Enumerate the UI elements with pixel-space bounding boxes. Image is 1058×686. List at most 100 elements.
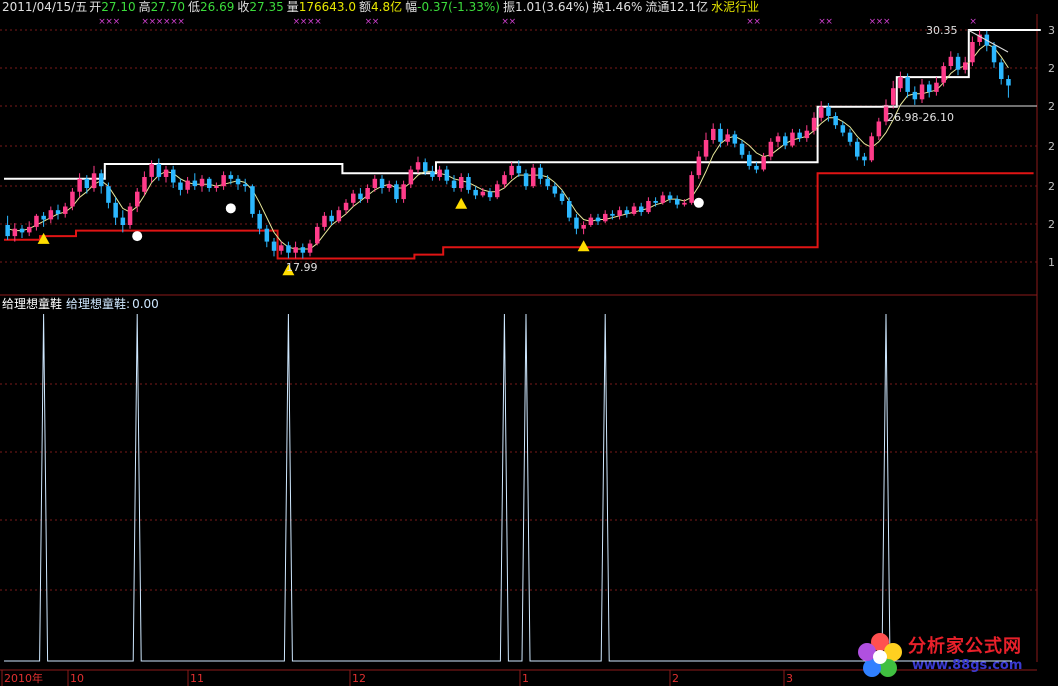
time-label-5: 2 — [672, 672, 679, 685]
candle-body-128 — [927, 84, 932, 92]
low-value: 26.69 — [199, 0, 235, 14]
candle-body-103 — [747, 154, 752, 166]
buy-triangle-2 — [455, 197, 468, 209]
candle-body-45 — [329, 215, 334, 222]
lower-band-line — [4, 172, 1034, 260]
candle-body-81 — [588, 217, 594, 225]
sub-panel-value: 0.00 — [132, 297, 159, 311]
candle-body-48 — [351, 193, 356, 203]
candle-body-87 — [631, 206, 637, 214]
candle-body-84 — [610, 213, 615, 216]
sub-panel-value-label: 给理想童鞋: — [66, 297, 131, 311]
axis-label-1: 3 — [1048, 24, 1055, 37]
candle-body-21 — [156, 164, 162, 177]
candle-body-11 — [84, 178, 90, 188]
candle-body-130 — [941, 66, 946, 83]
candle-body-77 — [559, 193, 565, 201]
candle-body-0 — [5, 225, 10, 237]
amplitude-label: 振 — [503, 0, 516, 14]
volume-value: 176643.0 — [298, 0, 356, 14]
high-label: 高 — [138, 0, 151, 14]
candle-body-51 — [372, 178, 378, 188]
candle-body-70 — [509, 165, 514, 176]
candle-body-116 — [840, 125, 846, 133]
candle-body-75 — [545, 178, 550, 187]
candle-body-93 — [675, 199, 680, 205]
candle-body-125 — [905, 77, 910, 92]
change-value: -0.37(-1.33%) — [417, 0, 500, 14]
candle-body-25 — [185, 180, 190, 190]
candle-body-59 — [430, 171, 435, 177]
candle-body-119 — [862, 156, 867, 161]
volume-label: 量 — [286, 0, 299, 14]
candle-body-31 — [228, 175, 234, 179]
candle-body-78 — [567, 201, 572, 218]
quote-date: 2011/04/15/五 — [2, 0, 88, 14]
sub-panel-header: 给理想童鞋 给理想童鞋: 0.00 — [2, 296, 163, 312]
range-annotation: 26.98-26.10 — [887, 111, 954, 124]
candle-body-127 — [919, 84, 925, 100]
close-label: 收 — [237, 0, 250, 14]
candle-body-131 — [948, 56, 954, 66]
price-annotations: 30.35 17.99 26.98-26.10 — [286, 24, 1037, 274]
candle-body-50 — [365, 188, 370, 200]
candle-body-32 — [235, 178, 241, 185]
candle-body-18 — [135, 191, 140, 207]
candle-body-111 — [804, 130, 810, 139]
candle-body-82 — [595, 217, 601, 222]
axis-label-3: 2 — [1048, 100, 1055, 113]
candle-body-4 — [34, 215, 39, 227]
candle-body-63 — [459, 177, 464, 189]
sub-panel-gridlines — [0, 383, 1037, 591]
float-label: 流通 — [645, 0, 670, 14]
top-marker-12: × — [314, 17, 322, 27]
candle-body-5 — [41, 215, 46, 220]
candle-body-29 — [214, 186, 219, 188]
candle-body-74 — [538, 167, 543, 179]
candle-body-80 — [581, 225, 586, 229]
candle-body-30 — [221, 175, 226, 187]
sub-panel-title: 给理想童鞋 — [2, 297, 63, 311]
candle-body-47 — [343, 202, 349, 211]
top-marker-20: × — [825, 17, 833, 27]
candle-body-37 — [271, 241, 277, 251]
candle-body-68 — [495, 184, 500, 198]
candle-body-106 — [768, 141, 774, 157]
candle-body-52 — [379, 178, 385, 188]
candle-body-73 — [531, 167, 536, 187]
candle-body-109 — [790, 132, 795, 146]
candle-body-36 — [264, 228, 270, 242]
candle-body-104 — [754, 165, 759, 170]
candle-body-90 — [653, 201, 658, 203]
candle-body-107 — [775, 136, 781, 142]
candle-body-138 — [999, 62, 1004, 79]
amplitude-value: 1.01(3.64%) — [515, 0, 590, 14]
candle-body-56 — [408, 169, 414, 185]
candle-body-20 — [149, 164, 154, 177]
candle-body-76 — [552, 186, 558, 194]
candle-body-121 — [876, 121, 882, 137]
candle-body-54 — [394, 184, 399, 200]
candle-body-65 — [473, 189, 478, 196]
candle-body-13 — [99, 173, 104, 187]
candle-body-114 — [826, 106, 831, 116]
candle-body-137 — [991, 45, 997, 63]
close-value: 27.35 — [249, 0, 284, 14]
candle-body-3 — [27, 226, 32, 233]
axis-label-5: 2 — [1048, 180, 1055, 193]
candle-body-22 — [163, 169, 169, 177]
candle-body-12 — [91, 173, 97, 189]
candle-body-62 — [451, 180, 457, 188]
candle-body-83 — [603, 213, 608, 222]
candle-body-100 — [725, 134, 730, 142]
high-annotation: 30.35 — [926, 24, 958, 37]
candle-body-7 — [55, 210, 61, 214]
candle-body-124 — [898, 77, 903, 89]
time-label-3: 12 — [352, 672, 366, 685]
candle-body-17 — [127, 206, 133, 225]
candle-body-49 — [358, 193, 363, 200]
candle-body-34 — [250, 186, 255, 214]
candle-body-42 — [307, 243, 313, 253]
top-marker-2: × — [113, 17, 121, 27]
candle-body-132 — [955, 56, 961, 70]
